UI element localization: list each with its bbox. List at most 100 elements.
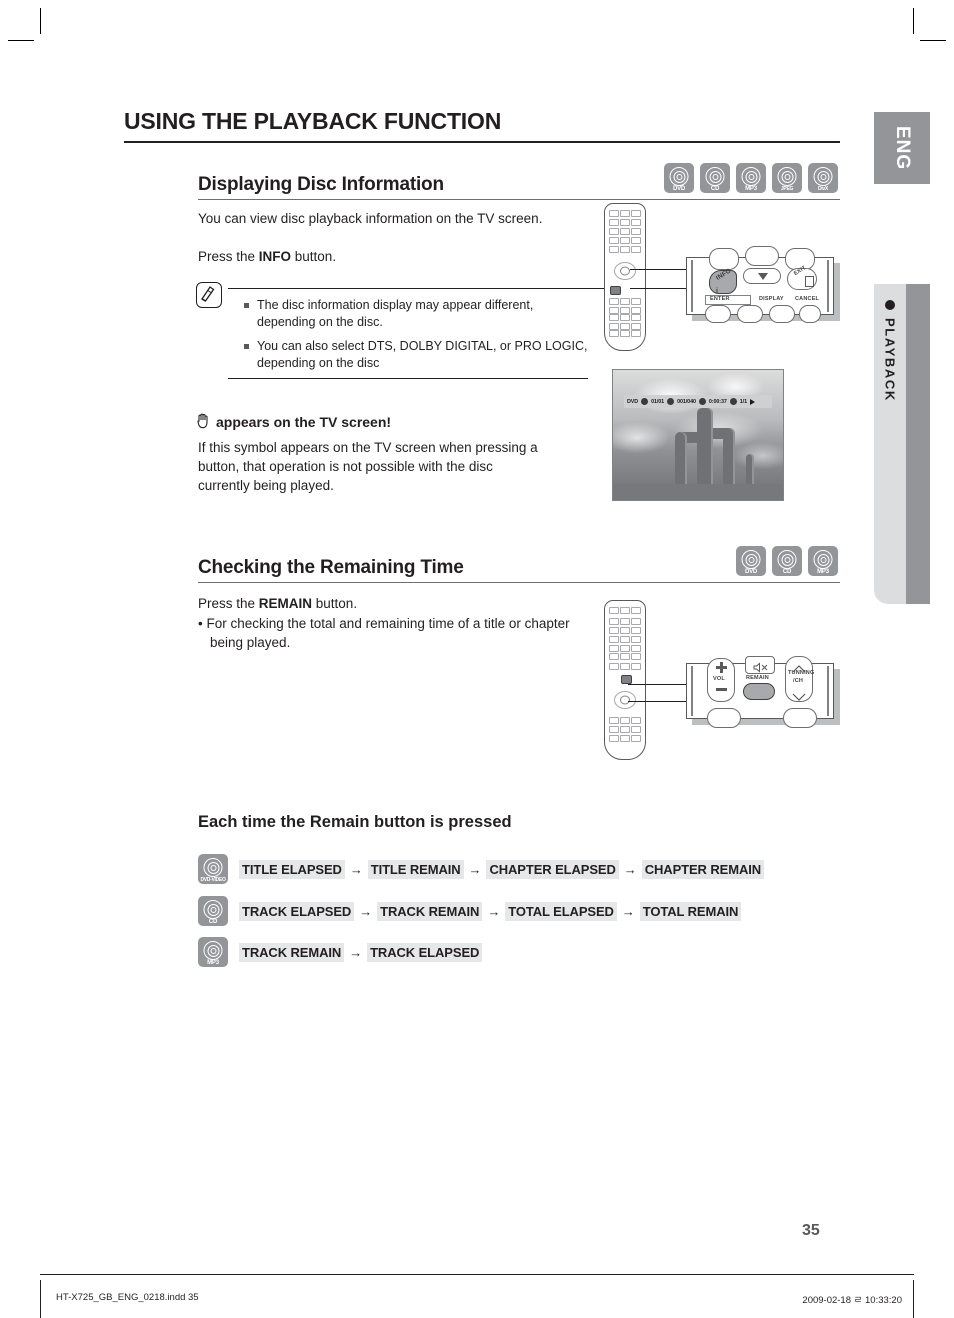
remaining-bullet: • For checking the total and remaining t…	[198, 614, 570, 652]
remote-key-row	[609, 246, 641, 253]
info-button-name: INFO	[258, 249, 292, 264]
disc-icon-divx: DivX	[808, 163, 838, 193]
remaining-press-line: Press the REMAIN button.	[198, 594, 578, 613]
note-pencil-icon	[196, 282, 222, 308]
ground	[613, 484, 783, 500]
side-tab-chapter-label: PLAYBACK	[882, 318, 898, 402]
remain-button[interactable]	[743, 683, 775, 700]
plus-icon	[716, 662, 727, 673]
side-tab-chapter: PLAYBACK	[874, 284, 930, 604]
sequence-step: TRACK ELAPSED	[239, 901, 355, 921]
remote-control-illustration-top	[604, 203, 646, 351]
callout-button-blank[interactable]	[745, 246, 779, 266]
crop-mark-top-left-v	[40, 8, 41, 34]
callout-button-blank[interactable]	[737, 305, 763, 323]
enter-bracket	[705, 295, 751, 305]
callout-leader-line	[628, 684, 688, 685]
remote-info-key-highlight	[610, 286, 621, 295]
note-rule-bottom	[228, 378, 588, 379]
disc-icon-mp3: MP3	[198, 937, 228, 967]
disc-icon-cd: CD	[198, 896, 228, 926]
bullet-text: For checking the total and remaining tim…	[206, 616, 570, 650]
remain-button-name: REMAIN	[258, 596, 313, 611]
sequence-step: TRACK REMAIN	[239, 942, 345, 962]
disc-glyph-icon	[741, 550, 761, 569]
callout-button-blank[interactable]	[799, 305, 821, 323]
audio-icon	[729, 398, 737, 405]
remote-key-row	[609, 735, 641, 742]
sequence-steps: TITLE ELAPSED → TITLE REMAIN → CHAPTER E…	[239, 859, 765, 879]
remain-sequence-row-mp3: MP3 TRACK REMAIN → TRACK ELAPSED	[198, 937, 483, 967]
disc-icon-dvd-video: DVD-VIDEO	[198, 854, 228, 884]
note-list: The disc information display may appear …	[244, 297, 588, 372]
callout-button-blank[interactable]	[707, 708, 741, 728]
side-tab-language-label: ENG	[892, 125, 913, 171]
disc-glyph-icon	[777, 550, 797, 569]
display-label: DISPLAY	[759, 296, 784, 302]
disc-icon-mp3: MP3	[808, 546, 838, 576]
callout-leader-line	[630, 269, 688, 270]
volume-label: VOL	[713, 676, 725, 682]
sequence-step: TITLE ELAPSED	[239, 859, 345, 879]
remote-key-row	[609, 298, 641, 314]
callout-button-blank[interactable]	[783, 708, 817, 728]
osd-audio-value: 1/1	[739, 398, 747, 405]
press-prefix: Press the	[198, 596, 259, 611]
sequence-arrow: →	[349, 861, 363, 877]
sequence-step: CHAPTER REMAIN	[641, 859, 765, 879]
exit-door-icon	[805, 276, 814, 287]
disc-icon-mp3: MP3	[736, 163, 766, 193]
remote-key-row	[609, 618, 641, 634]
remote-dpad-icon	[612, 689, 638, 711]
remote-key-row	[609, 663, 641, 670]
title-icon	[641, 398, 649, 405]
callout-leader-line	[630, 288, 688, 289]
sequence-steps: TRACK REMAIN → TRACK ELAPSED	[239, 942, 483, 962]
remote-callout-remain: VOL REMAIN TUNNING /CH	[686, 656, 834, 728]
sequence-step: TRACK REMAIN	[377, 901, 483, 921]
sequence-step: TITLE REMAIN	[367, 859, 464, 879]
callout-button-blank[interactable]	[705, 305, 731, 323]
remote-key-row	[609, 210, 641, 217]
clock-icon	[698, 398, 706, 405]
osd-info-bar: DVD 01/01 001/040 0:00:37 1/1	[624, 395, 772, 408]
disc-icon-dvd: DVD	[736, 546, 766, 576]
sequence-step: CHAPTER ELAPSED	[486, 859, 619, 879]
page-number: 35	[802, 1222, 820, 1239]
disc-glyph-icon	[705, 167, 725, 186]
remain-sequence-title: Each time the Remain button is pressed	[198, 813, 512, 831]
disc-icon-dvd: DVD	[664, 163, 694, 193]
callout-button-blank[interactable]	[769, 305, 795, 323]
sequence-steps: TRACK ELAPSED → TRACK REMAIN → TOTAL ELA…	[239, 901, 742, 921]
chapter-icon	[667, 398, 675, 405]
sequence-arrow: →	[623, 861, 637, 877]
chevron-down-icon	[792, 688, 806, 706]
section-heading-remaining-time: Checking the Remaining Time	[198, 557, 464, 578]
remote-key-row	[609, 219, 641, 235]
remote-control-illustration-bottom	[604, 600, 646, 760]
side-tab-chapter-band-dark	[906, 284, 930, 604]
remote-key-row	[609, 237, 641, 244]
sequence-step: TOTAL ELAPSED	[505, 901, 617, 921]
section-rule-disc-info	[198, 199, 840, 200]
sequence-step: TOTAL REMAIN	[639, 901, 742, 921]
disc-glyph-icon	[813, 167, 833, 186]
disc-glyph-icon	[669, 167, 689, 186]
note-item: You can also select DTS, DOLBY DIGITAL, …	[244, 338, 588, 372]
manual-page: ENG PLAYBACK USING THE PLAYBACK FUNCTION…	[0, 0, 954, 1318]
hand-stop-icon	[196, 412, 211, 432]
hand-heading-text: appears on the TV screen!	[216, 414, 392, 430]
disc-glyph-icon	[777, 167, 797, 186]
side-tab-language: ENG	[874, 112, 930, 184]
osd-time-value: 0:00:37	[708, 398, 727, 405]
osd-title-value: 01/01	[651, 398, 665, 405]
press-suffix: button.	[291, 249, 337, 264]
note-box: The disc information display may appear …	[196, 282, 620, 379]
callout-button-blank[interactable]	[709, 248, 739, 270]
page-title: USING THE PLAYBACK FUNCTION	[124, 108, 502, 134]
osd-chapter-value: 001/040	[677, 398, 696, 405]
sequence-arrow: →	[349, 944, 363, 960]
disc-glyph-icon	[203, 900, 223, 919]
note-item: The disc information display may appear …	[244, 297, 588, 331]
remote-remain-key-highlight	[621, 675, 632, 684]
